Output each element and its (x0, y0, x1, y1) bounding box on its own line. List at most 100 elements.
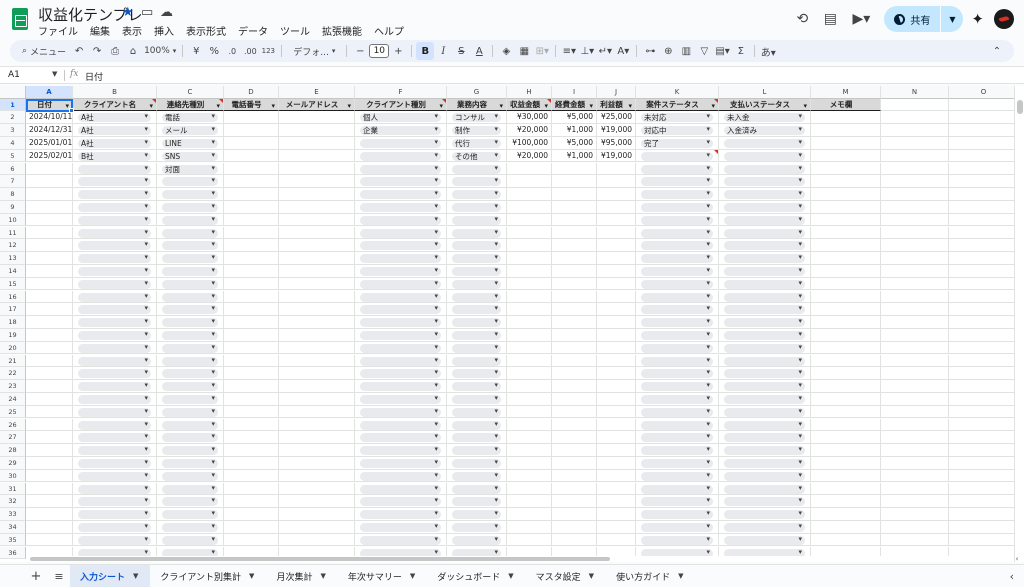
dropdown-cell[interactable] (73, 533, 157, 547)
dropdown-chip[interactable] (78, 190, 151, 200)
dropdown-chip[interactable] (78, 394, 151, 404)
dropdown-cell[interactable] (447, 469, 507, 483)
sheet-tab[interactable]: 入力シート ▼ (70, 564, 151, 587)
cell[interactable] (507, 533, 552, 547)
dropdown-cell[interactable] (355, 252, 447, 265)
cell[interactable] (26, 290, 73, 304)
dropdown-cell[interactable] (636, 431, 719, 445)
font-size-decrease-button[interactable]: − (351, 42, 369, 60)
cell[interactable] (881, 392, 949, 406)
dropdown-cell[interactable]: 個人 (355, 111, 447, 125)
cell[interactable] (552, 508, 597, 521)
dropdown-cell[interactable] (73, 418, 157, 432)
dropdown-chip[interactable] (724, 458, 805, 468)
dropdown-cell[interactable] (157, 533, 224, 547)
dropdown-chip[interactable]: 未入金 (724, 113, 805, 123)
cell[interactable] (224, 124, 279, 137)
dropdown-chip[interactable] (360, 318, 441, 328)
cell[interactable] (811, 431, 881, 445)
dropdown-cell[interactable] (636, 520, 719, 534)
dropdown-cell[interactable] (719, 188, 811, 201)
dropdown-chip[interactable] (360, 458, 441, 468)
dropdown-cell[interactable]: B社 (73, 149, 157, 163)
chevron-down-icon[interactable]: ▼ (133, 572, 138, 580)
menu-search-button[interactable]: ⌕ メニュー (18, 45, 70, 58)
cell[interactable] (279, 392, 355, 406)
row-header[interactable]: 26 (0, 418, 26, 432)
cell[interactable] (949, 213, 1019, 227)
dropdown-cell[interactable] (447, 188, 507, 201)
dropdown-cell[interactable] (73, 469, 157, 483)
dropdown-cell[interactable] (73, 456, 157, 470)
cell[interactable] (949, 444, 1019, 457)
cell[interactable] (552, 380, 597, 393)
cell[interactable] (26, 175, 73, 189)
cell[interactable] (597, 431, 636, 445)
cell[interactable] (279, 149, 355, 163)
row-header[interactable]: 8 (0, 188, 26, 201)
dropdown-chip[interactable] (78, 215, 151, 225)
dropdown-cell[interactable] (73, 277, 157, 291)
cell[interactable] (811, 380, 881, 393)
header-cell[interactable]: 案件ステータス ▾ (636, 98, 719, 112)
cell[interactable] (26, 418, 73, 432)
dropdown-cell[interactable] (157, 469, 224, 483)
cloud-status-icon[interactable]: ☁ (160, 5, 173, 20)
italic-button[interactable]: I (434, 42, 452, 60)
dropdown-chip[interactable] (162, 407, 218, 417)
dropdown-cell[interactable] (447, 290, 507, 304)
row-header[interactable]: 24 (0, 392, 26, 406)
cell[interactable] (949, 200, 1019, 214)
redo-icon[interactable]: ↷ (88, 42, 106, 60)
decrease-decimal-button[interactable]: .0 (223, 42, 241, 60)
dropdown-cell[interactable]: A社 (73, 136, 157, 150)
dropdown-cell[interactable] (447, 264, 507, 278)
video-icon[interactable]: ▶▾ (844, 5, 878, 33)
dropdown-cell[interactable] (636, 175, 719, 189)
cell[interactable] (279, 380, 355, 393)
dropdown-chip[interactable] (452, 215, 501, 225)
dropdown-cell[interactable] (157, 520, 224, 534)
dropdown-cell[interactable] (157, 341, 224, 355)
name-box[interactable]: A1 (8, 70, 20, 80)
cell[interactable] (279, 431, 355, 445)
dropdown-chip[interactable] (724, 177, 805, 187)
row-header[interactable]: 6 (0, 162, 26, 176)
dropdown-cell[interactable] (355, 456, 447, 470)
cell[interactable] (26, 252, 73, 265)
dropdown-chip[interactable]: 対面 (162, 164, 218, 174)
cell[interactable] (279, 508, 355, 521)
dropdown-chip[interactable] (78, 228, 151, 238)
cell[interactable] (552, 162, 597, 176)
dropdown-chip[interactable] (162, 190, 218, 200)
dropdown-cell[interactable] (719, 380, 811, 393)
dropdown-chip[interactable] (641, 190, 713, 200)
dropdown-cell[interactable]: 電話 (157, 111, 224, 125)
cell[interactable] (949, 316, 1019, 329)
dropdown-cell[interactable] (719, 367, 811, 381)
number-format-button[interactable]: 123 (259, 42, 277, 60)
cell[interactable] (949, 456, 1019, 470)
dropdown-chip[interactable] (641, 279, 713, 289)
dropdown-cell[interactable] (355, 520, 447, 534)
cell[interactable] (26, 328, 73, 342)
dropdown-chip[interactable] (162, 266, 218, 276)
cell[interactable] (949, 252, 1019, 265)
cell[interactable] (949, 392, 1019, 406)
dropdown-cell[interactable] (157, 431, 224, 445)
dropdown-chip[interactable] (360, 138, 441, 148)
dropdown-cell[interactable] (355, 149, 447, 163)
cell[interactable] (279, 316, 355, 329)
cell[interactable] (552, 277, 597, 291)
dropdown-chip[interactable] (78, 369, 151, 379)
dropdown-cell[interactable] (157, 239, 224, 253)
cell[interactable] (597, 508, 636, 521)
dropdown-cell[interactable]: LINE (157, 136, 224, 150)
dropdown-cell[interactable] (157, 482, 224, 496)
spreadsheet-grid[interactable]: ABCDEFGHIJKLMNO 1 日付 ▾ クライアント名 ▾ 連絡先種別 ▾ 電話番号 ▾ メ… (0, 86, 1024, 562)
cell[interactable] (26, 303, 73, 317)
cell[interactable] (507, 303, 552, 317)
dropdown-chip[interactable] (452, 279, 501, 289)
sparkle-icon[interactable]: ✦ (971, 10, 984, 28)
dropdown-cell[interactable] (719, 316, 811, 329)
